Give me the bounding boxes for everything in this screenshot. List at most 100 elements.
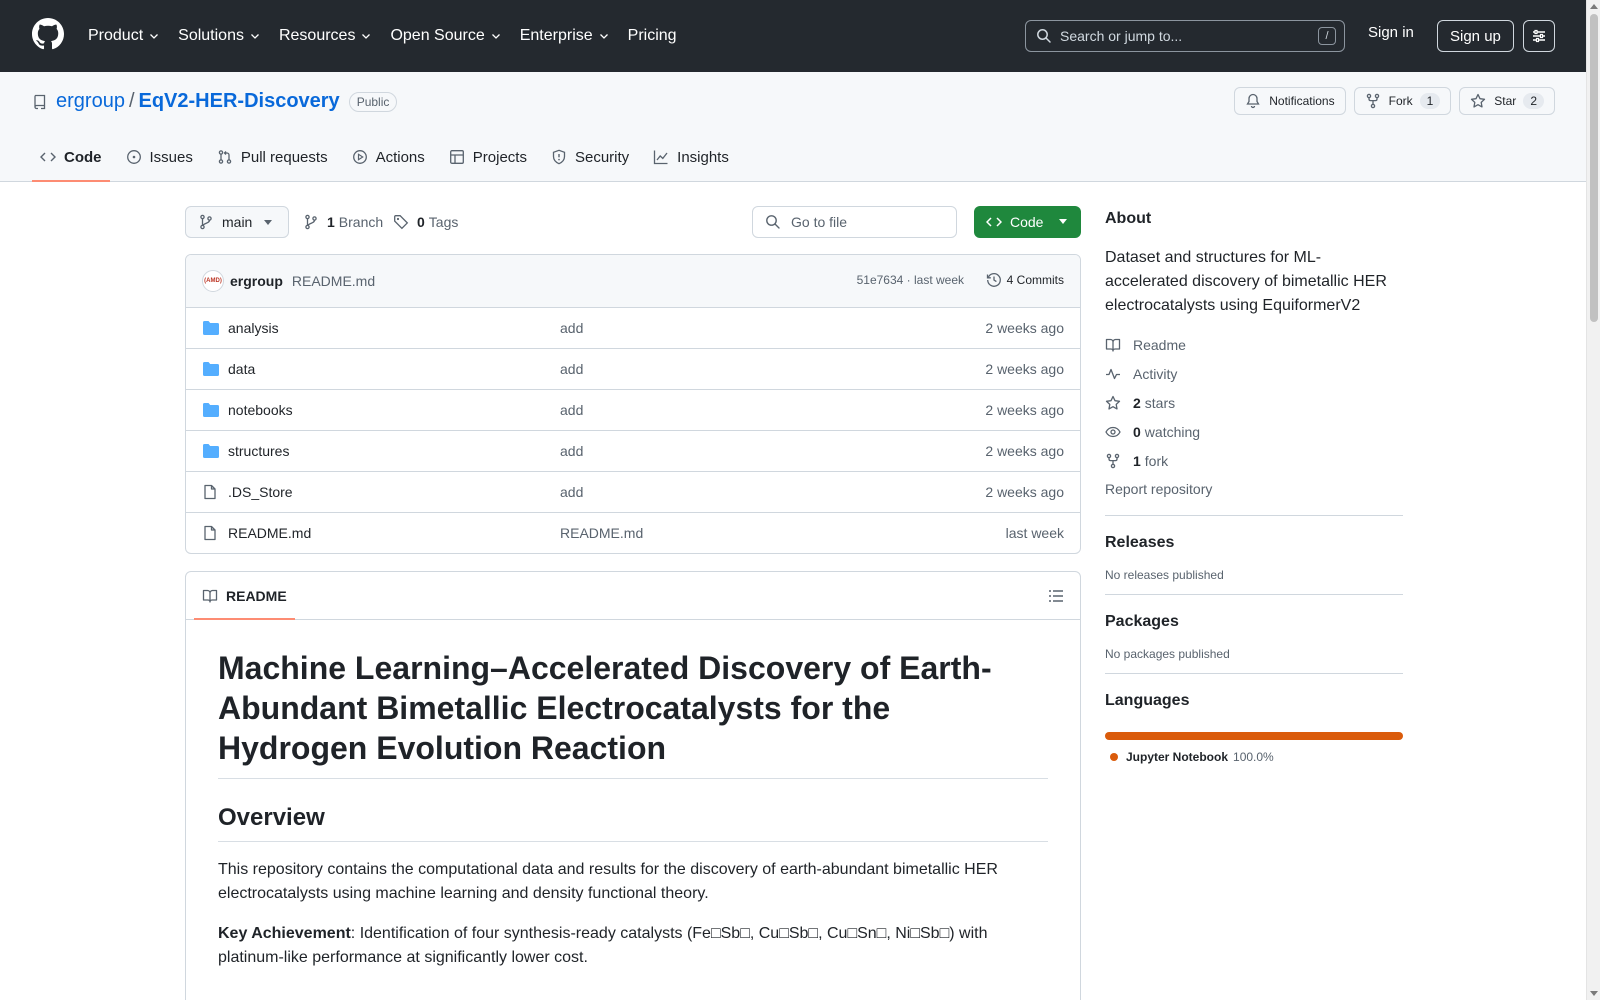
tab-security[interactable]: Security	[543, 133, 637, 181]
stars-label: stars	[1144, 394, 1176, 411]
code-dropdown-button[interactable]: Code	[974, 206, 1081, 238]
commits-link[interactable]: 4 Commits	[986, 272, 1064, 288]
chevron-down-icon	[251, 34, 259, 39]
file-commit-message[interactable]: add	[560, 402, 583, 418]
nav-resources[interactable]: Resources	[279, 27, 372, 45]
notifications-button[interactable]: Notifications	[1234, 87, 1346, 115]
tab-issues[interactable]: Issues	[118, 133, 201, 181]
stars-link[interactable]: 2 stars	[1105, 388, 1403, 417]
packages-heading[interactable]: Packages	[1105, 613, 1403, 631]
star-count: 2	[1523, 93, 1544, 109]
stars-count: 2	[1133, 394, 1141, 411]
scroll-up-arrow-icon[interactable]	[1590, 4, 1598, 9]
file-commit-message[interactable]: add	[560, 320, 583, 336]
file-row[interactable]: .DS_Store add 2 weeks ago	[186, 472, 1080, 513]
author-avatar[interactable]: (AMD)	[202, 270, 224, 292]
file-commit-message[interactable]: add	[560, 443, 583, 459]
language-color-dot	[1110, 753, 1118, 761]
search-input[interactable]: Search or jump to... /	[1025, 20, 1345, 52]
watching-link[interactable]: 0 watching	[1105, 417, 1403, 446]
menu-button[interactable]	[1523, 20, 1555, 52]
pull-request-icon	[218, 150, 232, 164]
code-icon	[40, 152, 56, 162]
file-name-link[interactable]: notebooks	[228, 402, 293, 418]
file-commit-date: 2 weeks ago	[985, 320, 1064, 336]
tab-insights[interactable]: Insights	[645, 133, 737, 181]
chevron-down-icon	[491, 34, 500, 39]
folder-icon	[203, 321, 219, 335]
nav-solutions[interactable]: Solutions	[178, 27, 261, 45]
repo-description: Dataset and structures for ML-accelerate…	[1105, 249, 1387, 314]
go-to-file-input[interactable]: Go to file	[752, 206, 957, 238]
scrollbar-thumb[interactable]	[1590, 14, 1598, 322]
releases-empty-text: No releases published	[1105, 568, 1224, 582]
file-name-link[interactable]: data	[228, 361, 255, 377]
branches-link[interactable]: 1 Branch	[303, 206, 383, 238]
file-name-link[interactable]: analysis	[228, 320, 279, 336]
graph-icon	[654, 150, 668, 165]
tab-projects[interactable]: Projects	[441, 133, 535, 181]
list-icon[interactable]	[1048, 588, 1064, 604]
forks-link[interactable]: 1 fork	[1105, 446, 1403, 475]
file-row[interactable]: structures add 2 weeks ago	[186, 431, 1080, 472]
tag-icon	[394, 215, 409, 230]
tags-link[interactable]: 0 Tags	[393, 206, 458, 238]
file-commit-message[interactable]: README.md	[560, 525, 643, 541]
commit-message[interactable]: README.md	[292, 273, 375, 289]
sliders-icon	[1533, 29, 1545, 43]
book-icon	[202, 589, 218, 603]
readme-tab-label: README	[226, 587, 287, 604]
nav-open-source[interactable]: Open Source	[390, 27, 501, 45]
tab-pull-requests[interactable]: Pull requests	[209, 133, 336, 181]
scroll-down-arrow-icon[interactable]	[1590, 991, 1598, 996]
overview-text: This repository contains the computation…	[218, 861, 998, 902]
file-row[interactable]: notebooks add 2 weeks ago	[186, 390, 1080, 431]
branch-icon	[305, 214, 317, 230]
nav-label: Solutions	[178, 27, 244, 44]
tab-code[interactable]: Code	[32, 133, 110, 182]
github-logo-icon[interactable]	[32, 18, 64, 50]
commit-author[interactable]: ergroup	[230, 273, 283, 289]
commit-sha-time[interactable]: 51e7634 · last week	[857, 273, 964, 287]
repo-owner-link[interactable]: ergroup	[56, 90, 125, 113]
nav-pricing[interactable]: Pricing	[628, 27, 677, 45]
chevron-down-icon	[599, 34, 608, 39]
tab-actions[interactable]: Actions	[344, 133, 433, 181]
releases-heading[interactable]: Releases	[1105, 534, 1403, 552]
file-commit-message[interactable]: add	[560, 484, 583, 500]
sign-up-button[interactable]: Sign up	[1437, 20, 1514, 52]
language-bar	[1105, 732, 1403, 740]
readme-content: Machine Learning–Accelerated Discovery o…	[186, 620, 1080, 970]
tag-count: 0	[417, 214, 425, 230]
file-name-link[interactable]: structures	[228, 443, 289, 459]
fork-button[interactable]: Fork 1	[1353, 87, 1452, 115]
file-name-link[interactable]: README.md	[228, 525, 311, 541]
nav-enterprise[interactable]: Enterprise	[520, 27, 610, 45]
branch-count: 1	[327, 214, 335, 230]
activity-link[interactable]: Activity	[1105, 359, 1403, 388]
file-name-link[interactable]: .DS_Store	[228, 484, 293, 500]
branch-select[interactable]: main	[185, 206, 289, 238]
branch-icon	[200, 214, 212, 230]
file-row[interactable]: data add 2 weeks ago	[186, 349, 1080, 390]
sign-in-link[interactable]: Sign in	[1368, 24, 1414, 41]
language-item[interactable]: Jupyter Notebook 100.0%	[1105, 750, 1403, 764]
page-scrollbar[interactable]	[1586, 0, 1600, 1000]
fork-icon	[1106, 453, 1120, 468]
nav-product[interactable]: Product	[88, 27, 160, 45]
repo-name-link[interactable]: EqV2-HER-Discovery	[139, 90, 340, 113]
readme-title: Machine Learning–Accelerated Discovery o…	[218, 648, 1048, 779]
file-row[interactable]: analysis add 2 weeks ago	[186, 308, 1080, 349]
readme-tab[interactable]: README	[202, 572, 287, 620]
watching-count: 0	[1133, 423, 1141, 440]
search-icon	[1037, 29, 1051, 43]
code-icon	[986, 217, 1002, 227]
tab-label: Security	[574, 148, 630, 166]
file-row[interactable]: README.md README.md last week	[186, 513, 1080, 553]
readme-link[interactable]: Readme	[1105, 330, 1403, 359]
folder-icon	[203, 403, 219, 417]
caret-down-icon	[1059, 219, 1067, 224]
file-commit-message[interactable]: add	[560, 361, 583, 377]
star-button[interactable]: Star 2	[1459, 87, 1555, 115]
report-repository-link[interactable]: Report repository	[1105, 475, 1403, 503]
